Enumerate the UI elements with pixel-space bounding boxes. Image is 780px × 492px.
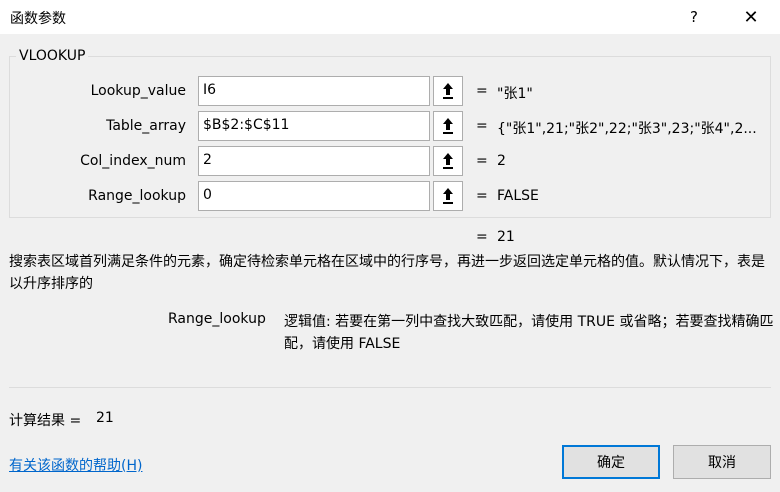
- arg-label-col-index-num: Col_index_num: [80, 153, 186, 169]
- collapse-dialog-button-table-array[interactable]: [433, 111, 463, 141]
- arg-label-table-array: Table_array: [106, 118, 186, 134]
- lookup-value-input[interactable]: I6: [198, 76, 430, 106]
- arg-value-lookup-value: "张1": [497, 86, 533, 102]
- help-icon[interactable]: ?: [676, 2, 712, 32]
- dialog-title: 函数参数: [10, 11, 66, 27]
- function-help-link[interactable]: 有关该函数的帮助(H): [9, 455, 142, 475]
- formula-result-value: 21: [497, 229, 515, 245]
- table-array-input[interactable]: $B$2:$C$11: [198, 111, 430, 141]
- equals-sign: =: [476, 83, 488, 99]
- cancel-button[interactable]: 取消: [673, 445, 771, 479]
- range-select-icon: [443, 188, 453, 204]
- arg-value-range-lookup: FALSE: [497, 188, 539, 204]
- arg-value-col-index-num: 2: [497, 153, 506, 169]
- col-index-num-input[interactable]: 2: [198, 146, 430, 176]
- equals-sign: =: [476, 153, 488, 169]
- equals-sign: =: [476, 118, 488, 134]
- equals-sign: =: [476, 188, 488, 204]
- param-help-text: 逻辑值: 若要在第一列中查找大致匹配，请使用 TRUE 或省略；若要查找精确匹配…: [284, 314, 774, 352]
- arg-label-lookup-value: Lookup_value: [90, 83, 186, 99]
- ok-button[interactable]: 确定: [562, 445, 660, 479]
- collapse-dialog-button-range-lookup[interactable]: [433, 181, 463, 211]
- arg-label-range-lookup: Range_lookup: [88, 188, 186, 204]
- collapse-dialog-button-lookup-value[interactable]: [433, 76, 463, 106]
- function-description: 搜索表区域首列满足条件的元素，确定待检索单元格在区域中的行序号，再进一步返回选定…: [9, 254, 765, 292]
- arg-value-table-array: {"张1",21;"张2",22;"张3",23;"张4",2...: [497, 121, 757, 137]
- collapse-dialog-button-col-index-num[interactable]: [433, 146, 463, 176]
- result-equals-sign: =: [476, 229, 488, 245]
- function-arguments-dialog: 函数参数 ? ✕ VLOOKUP Lookup_value I6 = "张1" …: [0, 0, 780, 492]
- range-select-icon: [443, 118, 453, 134]
- calc-result-label: 计算结果 =: [9, 413, 82, 429]
- close-icon[interactable]: ✕: [730, 2, 772, 32]
- range-select-icon: [443, 83, 453, 99]
- param-help-name: Range_lookup: [168, 311, 266, 327]
- separator: [9, 387, 771, 388]
- title-bar: 函数参数 ? ✕: [0, 0, 780, 34]
- range-lookup-input[interactable]: 0: [198, 181, 430, 211]
- range-select-icon: [443, 153, 453, 169]
- function-name: VLOOKUP: [16, 48, 89, 64]
- calc-result-value: 21: [96, 410, 114, 426]
